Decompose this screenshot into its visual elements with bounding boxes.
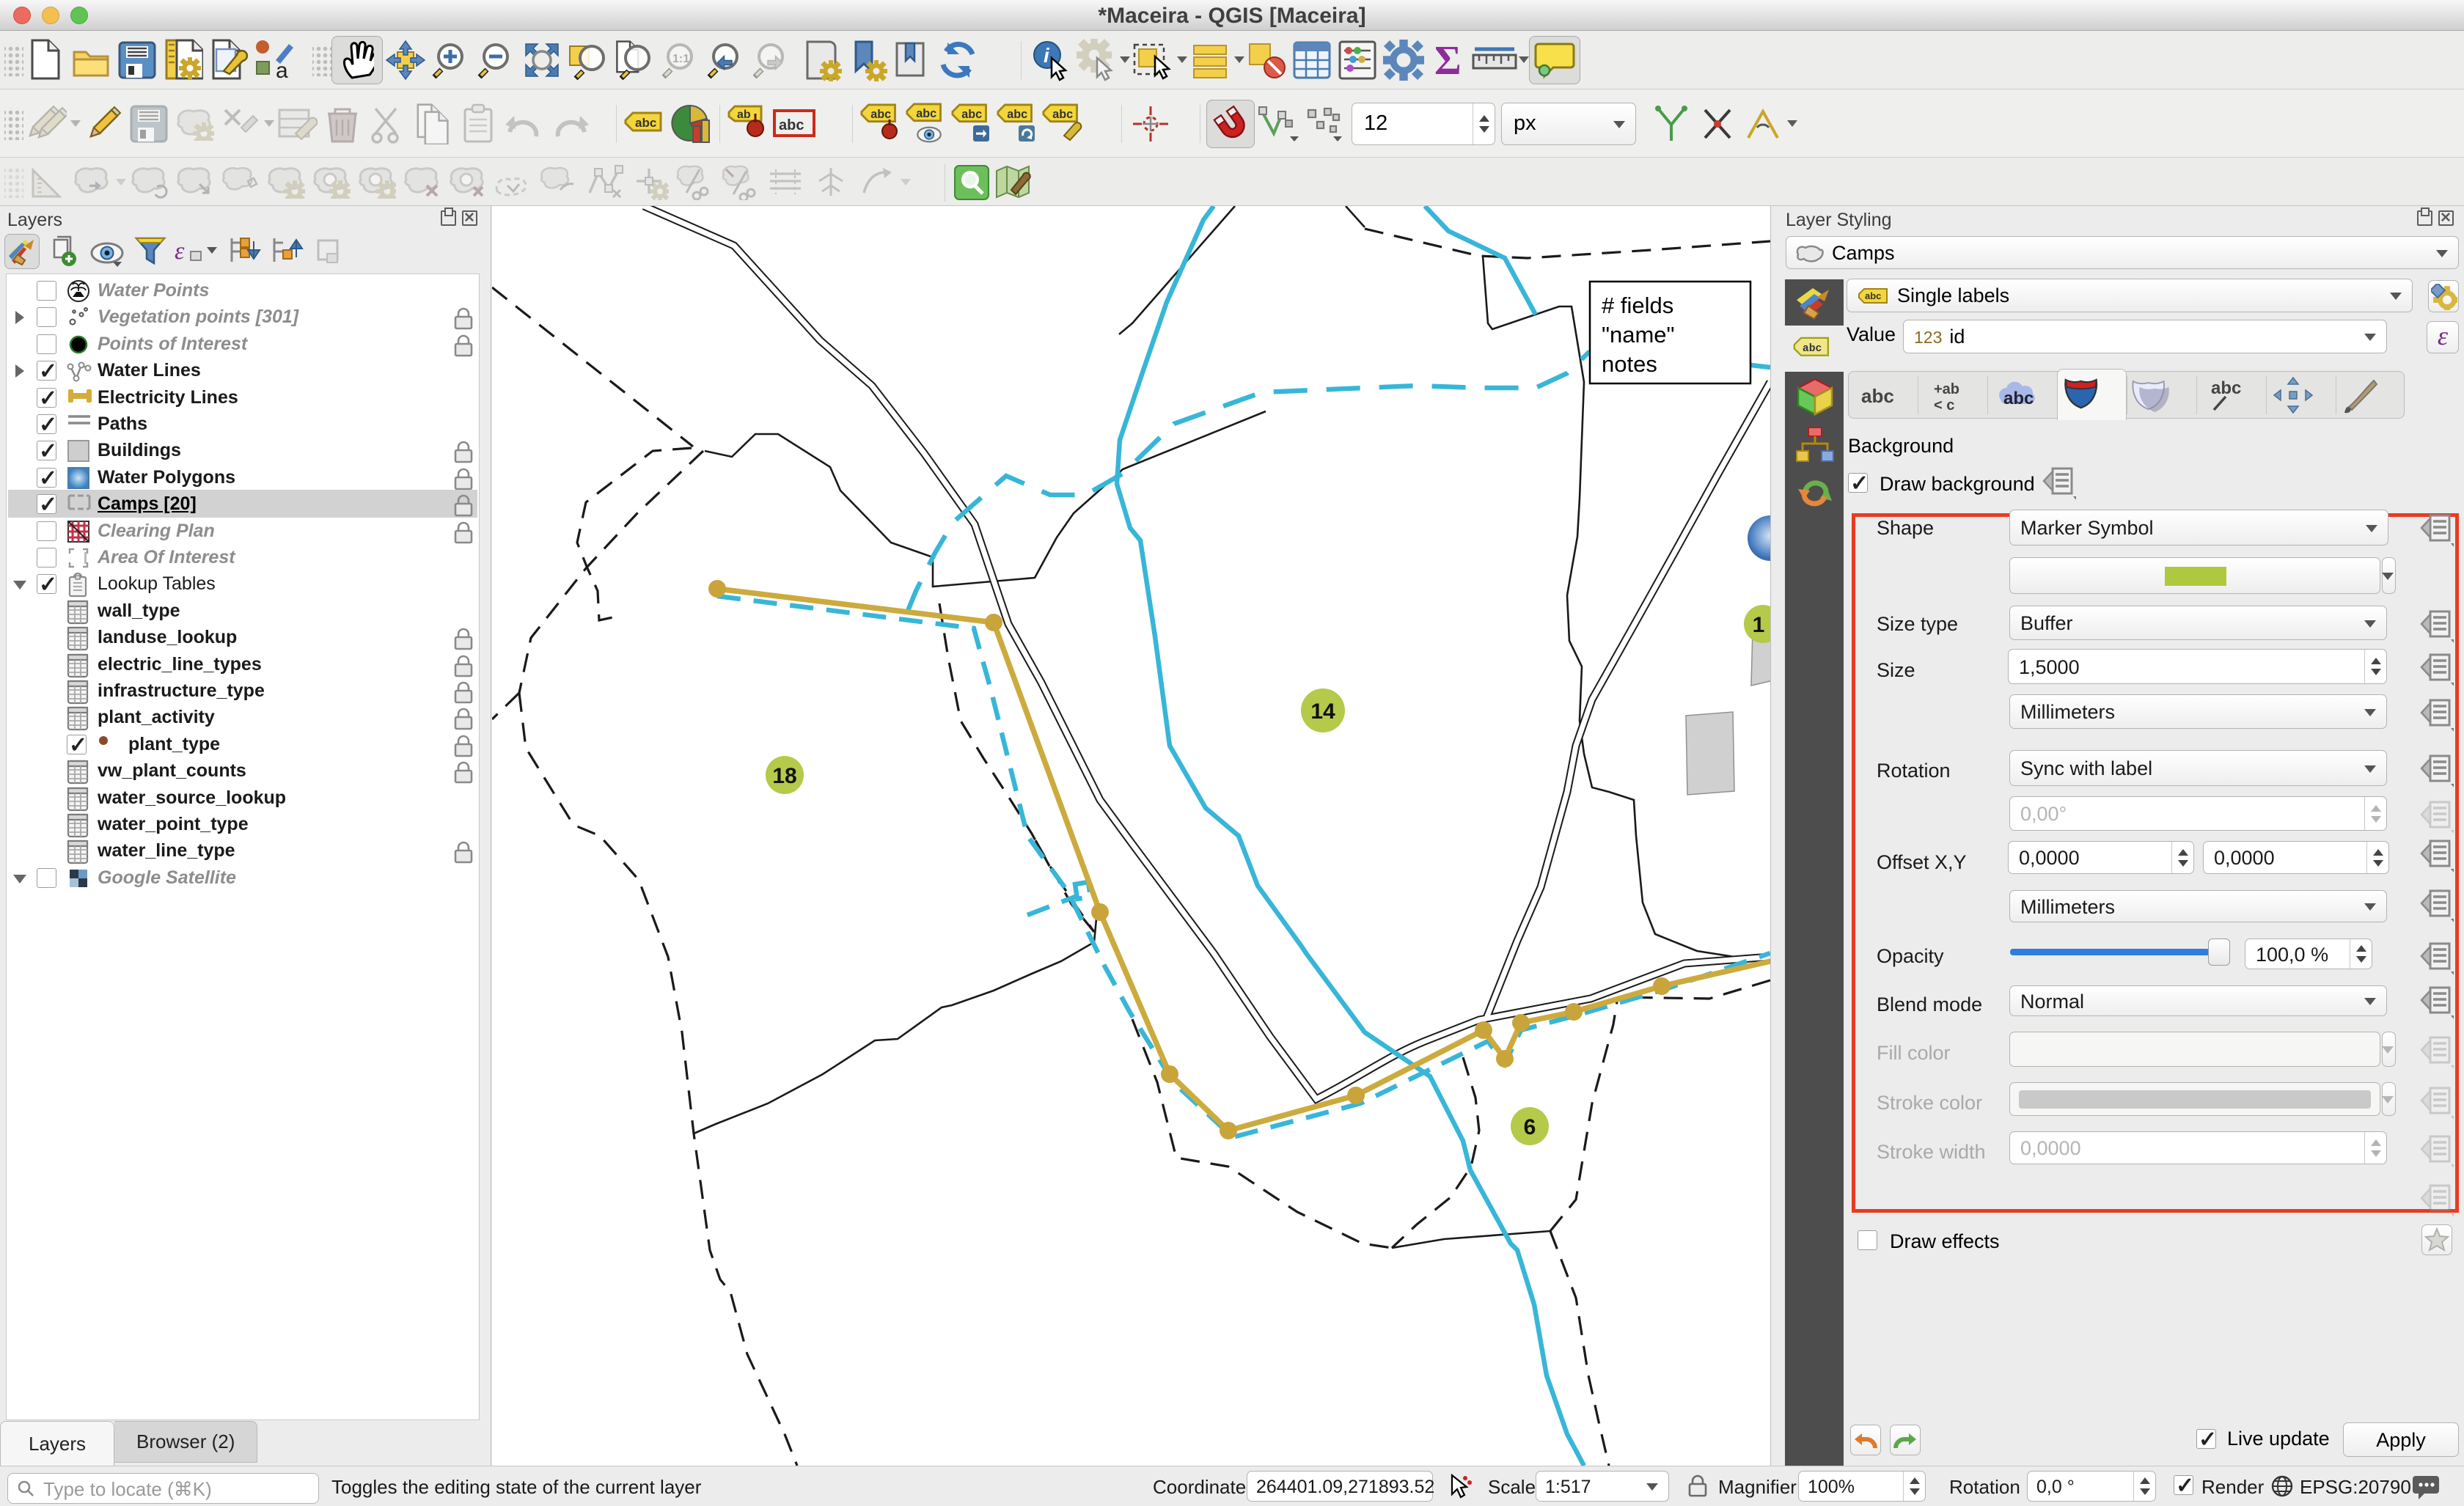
svg-text:notes: notes [1602,351,1657,377]
svg-text:"name": "name" [1602,322,1675,348]
svg-text:1: 1 [1753,613,1765,637]
svg-text:abc: abc [1861,385,1894,407]
svg-text:abc: abc [2003,389,2034,408]
svg-text:ε: ε [175,238,185,265]
svg-text:abc: abc [1803,343,1822,355]
svg-text:abc: abc [1865,290,1881,301]
svg-text:14: 14 [1310,699,1335,724]
svg-text:abc: abc [779,117,804,133]
svg-text:Σ: Σ [1434,40,1462,80]
svg-text:a: a [276,59,288,81]
svg-text:abc: abc [2211,378,2241,398]
svg-text:# fields: # fields [1602,293,1673,318]
svg-text:< c: < c [1934,397,1954,414]
svg-text:ab: ab [737,109,751,121]
svg-text:1:1: 1:1 [672,53,689,65]
svg-text:18: 18 [772,764,796,788]
svg-text:+ab: +ab [1934,381,1959,397]
svg-text:i: i [1044,44,1050,67]
svg-text:6: 6 [1524,1115,1536,1139]
